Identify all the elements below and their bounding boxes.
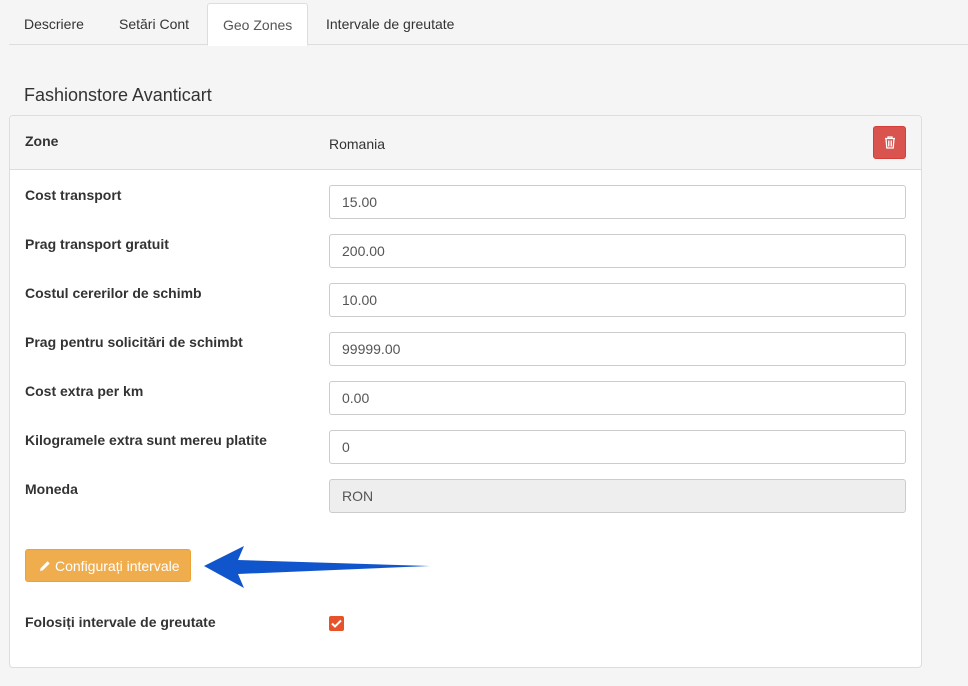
tab-geo-zones[interactable]: Geo Zones bbox=[207, 3, 309, 46]
tab-intervale-greutate[interactable]: Intervale de greutate bbox=[311, 3, 469, 45]
exchange-cost-input[interactable]: 10.00 bbox=[329, 283, 906, 317]
configure-intervals-button[interactable]: Configurați intervale bbox=[25, 549, 191, 582]
extra-km-cost-input[interactable]: 0.00 bbox=[329, 381, 906, 415]
weight-intervals-checkbox[interactable] bbox=[329, 616, 344, 631]
exchange-cost-label: Costul cererilor de schimb bbox=[25, 285, 202, 301]
tab-descriere[interactable]: Descriere bbox=[9, 3, 99, 45]
arrow-left-icon bbox=[204, 546, 430, 588]
zone-label: Zone bbox=[25, 133, 59, 149]
pencil-icon bbox=[40, 560, 50, 571]
cost-transport-input[interactable]: 15.00 bbox=[329, 185, 906, 219]
tab-bar: Descriere Setări Cont Geo Zones Interval… bbox=[9, 3, 968, 46]
zone-header: Zone Romania bbox=[10, 116, 921, 170]
trash-icon bbox=[884, 136, 895, 149]
extra-km-cost-label: Cost extra per km bbox=[25, 383, 144, 399]
cost-transport-label: Cost transport bbox=[25, 187, 122, 203]
currency-label: Moneda bbox=[25, 481, 78, 497]
store-title: Fashionstore Avanticart bbox=[24, 85, 212, 105]
exchange-threshold-label: Prag pentru solicitări de schimbt bbox=[25, 334, 243, 350]
extra-kg-input[interactable]: 0 bbox=[329, 430, 906, 464]
extra-kg-label: Kilogramele extra sunt mereu platite bbox=[25, 432, 267, 448]
configure-intervals-label: Configurați intervale bbox=[55, 557, 180, 574]
exchange-threshold-input[interactable]: 99999.00 bbox=[329, 332, 906, 366]
free-shipping-threshold-input[interactable]: 200.00 bbox=[329, 234, 906, 268]
tab-setari-cont[interactable]: Setări Cont bbox=[104, 3, 204, 45]
geo-zone-panel: Zone Romania Cost transport 15.00 Prag t… bbox=[9, 115, 922, 668]
currency-field: RON bbox=[329, 479, 906, 513]
free-shipping-threshold-label: Prag transport gratuit bbox=[25, 236, 169, 252]
delete-zone-button[interactable] bbox=[873, 126, 906, 159]
checkmark-icon bbox=[331, 619, 342, 628]
weight-intervals-label: Folosiți intervale de greutate bbox=[25, 614, 216, 630]
zone-value: Romania bbox=[329, 136, 386, 152]
